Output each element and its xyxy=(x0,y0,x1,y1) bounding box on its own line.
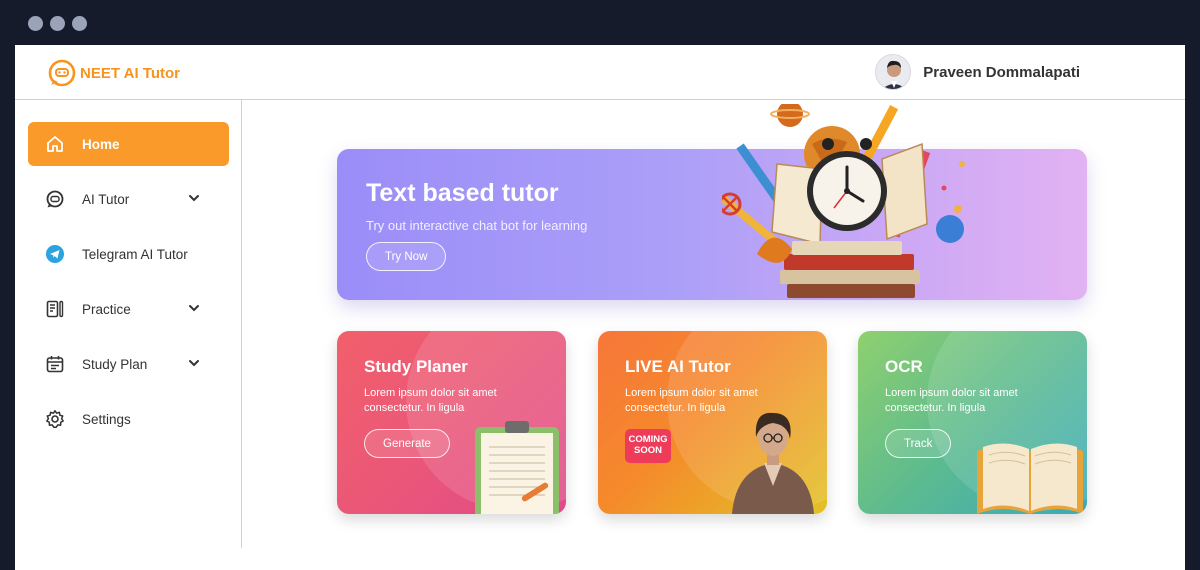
sidebar-item-label: Telegram AI Tutor xyxy=(82,246,188,262)
brand-logo[interactable]: NEET AI Tutor xyxy=(48,59,180,87)
track-button[interactable]: Track xyxy=(885,429,952,458)
study-planer-card[interactable]: Study Planer Lorem ipsum dolor sit amet … xyxy=(337,331,566,514)
live-ai-tutor-card[interactable]: LIVE AI Tutor Lorem ipsum dolor sit amet… xyxy=(598,331,827,514)
sidebar-item-settings[interactable]: Settings xyxy=(28,397,229,441)
hero-subtitle: Try out interactive chat bot for learnin… xyxy=(366,218,588,233)
sidebar-item-label: Practice xyxy=(82,301,131,317)
card-subtitle: Lorem ipsum dolor sit amet consectetur. … xyxy=(364,387,497,414)
sidebar-item-home[interactable]: Home xyxy=(28,122,229,166)
hero-title: Text based tutor xyxy=(366,179,559,207)
brand-name: NEET AI Tutor xyxy=(80,64,180,82)
generate-button[interactable]: Generate xyxy=(364,429,450,458)
sidebar-item-label: Home xyxy=(82,136,120,152)
logo-icon xyxy=(48,59,76,87)
hero-banner: Text based tutor Try out interactive cha… xyxy=(337,104,1087,300)
card-title: Study Planer xyxy=(364,357,468,376)
card-title: LIVE AI Tutor xyxy=(625,357,731,376)
user-photo-icon xyxy=(876,55,911,89)
sidebar-item-study-plan[interactable]: Study Plan xyxy=(28,342,229,386)
card-subtitle: Lorem ipsum dolor sit amet consectetur. … xyxy=(885,387,1018,414)
card-title: OCR xyxy=(885,357,923,376)
window-controls xyxy=(28,16,87,31)
sidebar-item-ai-tutor[interactable]: AI Tutor xyxy=(28,177,229,221)
chevron-down-icon[interactable] xyxy=(187,191,201,205)
books-clock-illustration xyxy=(722,104,965,298)
telegram-icon xyxy=(45,244,65,264)
window-dot-3[interactable] xyxy=(72,16,87,31)
user-name: Praveen Dommalapati xyxy=(923,63,1080,81)
chat-bot-icon xyxy=(45,189,65,209)
home-icon xyxy=(45,134,65,154)
sidebar: Home AI Tutor Telegram AI Tutor Practice xyxy=(15,100,242,548)
clipboard-illustration xyxy=(475,421,559,514)
ocr-card[interactable]: OCR Lorem ipsum dolor sit amet consectet… xyxy=(858,331,1087,514)
window-dot-2[interactable] xyxy=(50,16,65,31)
practice-icon xyxy=(45,299,65,319)
chevron-down-icon[interactable] xyxy=(187,301,201,315)
user-profile[interactable]: Praveen Dommalapati xyxy=(875,54,1080,90)
sidebar-item-label: Study Plan xyxy=(82,356,148,372)
open-book-illustration xyxy=(977,443,1083,514)
calendar-icon xyxy=(45,354,65,374)
app-window: NEET AI Tutor Praveen Dommalapati Home A… xyxy=(15,45,1185,570)
tutor-person-illustration xyxy=(732,412,814,514)
top-bar: NEET AI Tutor Praveen Dommalapati xyxy=(15,45,1185,100)
coming-soon-badge: COMING SOON xyxy=(625,429,671,463)
sidebar-item-practice[interactable]: Practice xyxy=(28,287,229,331)
sidebar-item-label: Settings xyxy=(82,411,131,427)
chevron-down-icon[interactable] xyxy=(187,356,201,370)
sidebar-item-telegram-ai-tutor[interactable]: Telegram AI Tutor xyxy=(28,232,229,276)
try-now-button[interactable]: Try Now xyxy=(366,242,447,271)
gear-icon xyxy=(45,409,65,429)
window-dot-1[interactable] xyxy=(28,16,43,31)
sidebar-item-label: AI Tutor xyxy=(82,191,130,207)
avatar[interactable] xyxy=(875,54,912,90)
